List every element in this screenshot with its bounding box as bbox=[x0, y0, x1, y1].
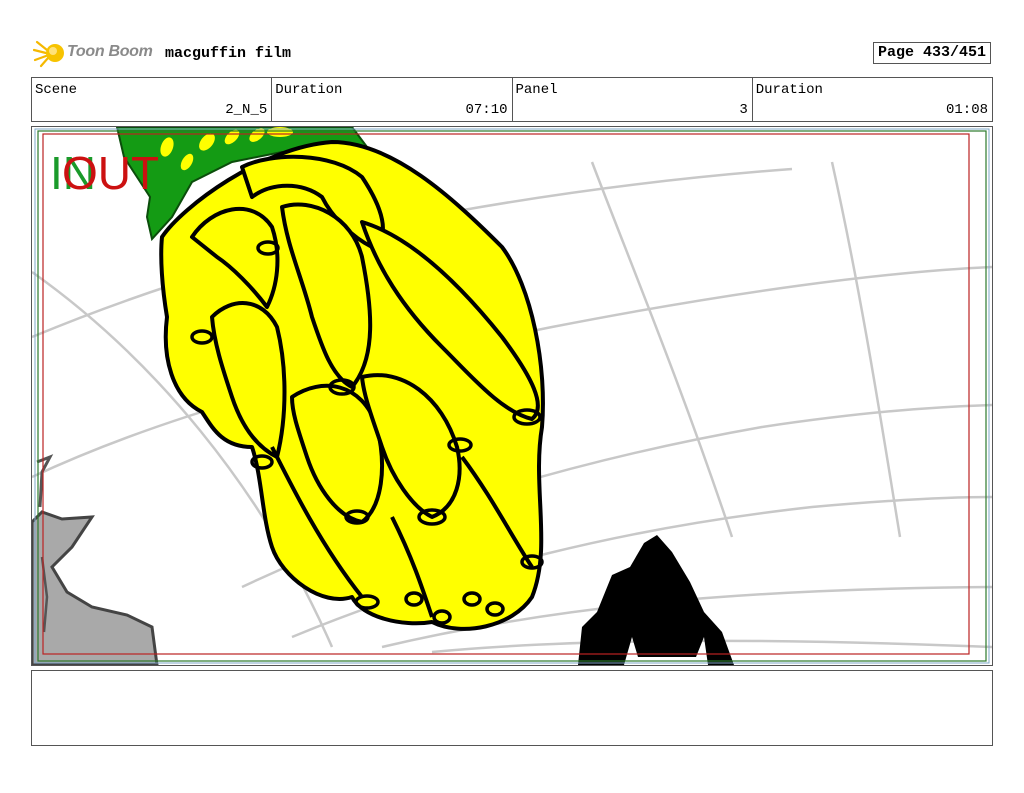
scene-duration-label: Duration bbox=[275, 82, 343, 98]
scene-value: 2_N_5 bbox=[225, 102, 268, 118]
rock-shape bbox=[32, 454, 159, 665]
panel-notes-box bbox=[31, 670, 993, 746]
scene-info-row: Scene 2_N_5 Duration 07:10 Panel 3 Durat… bbox=[31, 77, 993, 122]
out-mark: OUT bbox=[62, 147, 159, 199]
panel-duration-label: Duration bbox=[755, 82, 823, 98]
toon-boom-logo-icon bbox=[33, 40, 64, 68]
scene-label: Scene bbox=[35, 82, 78, 98]
scene-duration-cell: Duration 07:10 bbox=[272, 78, 513, 121]
panel-duration-cell: Duration 01:08 bbox=[753, 78, 992, 121]
panel-duration-value: 01:08 bbox=[945, 102, 988, 118]
panel-value: 3 bbox=[739, 102, 748, 118]
scene-cell: Scene 2_N_5 bbox=[32, 78, 273, 121]
storyboard-header: Toon Boom macguffin film Page 433/451 bbox=[31, 36, 993, 70]
panel-label: Panel bbox=[515, 82, 558, 98]
gorilla-silhouette bbox=[578, 535, 734, 665]
panel-drawing: IN OUT bbox=[32, 127, 992, 665]
logo-text: Toon Boom bbox=[67, 43, 153, 60]
project-title: macguffin film bbox=[165, 45, 292, 62]
page-number: Page 433/451 bbox=[873, 42, 991, 64]
scene-duration-value: 07:10 bbox=[465, 102, 508, 118]
storyboard-panel: IN OUT bbox=[31, 126, 993, 666]
panel-cell: Panel 3 bbox=[513, 78, 753, 121]
